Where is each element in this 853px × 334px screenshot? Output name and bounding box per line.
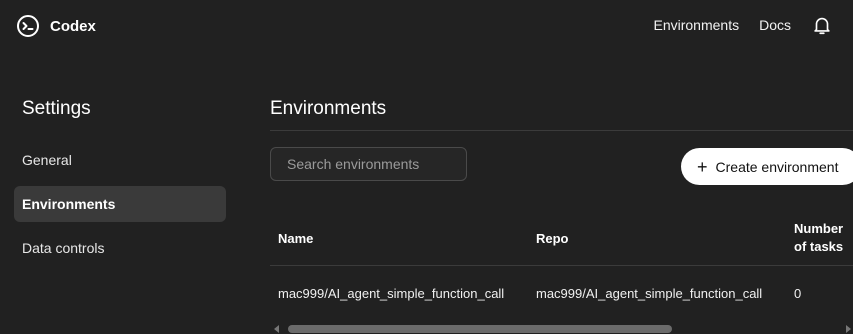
horizontal-scrollbar[interactable] (272, 324, 853, 334)
sidebar-item-label: Data controls (22, 240, 105, 256)
cell-repo: mac999/AI_agent_simple_function_call (536, 286, 763, 301)
nav-docs-link[interactable]: Docs (759, 17, 791, 33)
codex-logo-icon (16, 14, 40, 38)
top-bar: Codex Environments Docs (0, 0, 853, 52)
sidebar-item-environments[interactable]: Environments (14, 186, 226, 222)
top-nav: Environments Docs (654, 14, 834, 36)
create-environment-button[interactable]: + Create environment (681, 148, 853, 185)
title-divider (270, 130, 853, 131)
nav-environments-link[interactable]: Environments (654, 17, 740, 33)
column-header-tasks-line1: Number (794, 221, 844, 236)
column-header-tasks-line2: of tasks (794, 239, 844, 254)
scroll-right-icon[interactable] (846, 325, 851, 333)
column-header-name: Name (278, 231, 314, 246)
cell-name: mac999/AI_agent_simple_function_call (278, 286, 505, 301)
sidebar-item-general[interactable]: General (14, 142, 226, 178)
create-environment-label: Create environment (715, 158, 839, 175)
scrollbar-thumb[interactable] (288, 325, 672, 333)
cell-tasks: 0 (794, 286, 802, 301)
sidebar-title: Settings (22, 98, 91, 119)
sidebar-item-label: Environments (22, 196, 116, 212)
search-input[interactable] (270, 147, 467, 181)
sidebar-item-data-controls[interactable]: Data controls (14, 230, 226, 266)
plus-icon: + (697, 156, 708, 177)
column-header-tasks: Number of tasks (794, 220, 843, 256)
environments-panel: Environments + Create environment Name R… (270, 96, 853, 334)
scroll-left-icon[interactable] (274, 325, 279, 333)
settings-page: Codex Environments Docs Settings General… (0, 0, 853, 334)
table-row[interactable]: mac999/AI_agent_simple_function_call mac… (270, 266, 853, 322)
column-header-repo: Repo (536, 231, 569, 246)
brand[interactable]: Codex (16, 13, 96, 39)
app-name: Codex (50, 17, 96, 35)
bell-icon[interactable] (811, 14, 833, 36)
page-title: Environments (270, 98, 387, 119)
sidebar-item-label: General (22, 152, 72, 168)
table-header: Name Repo Number of tasks (270, 218, 853, 266)
